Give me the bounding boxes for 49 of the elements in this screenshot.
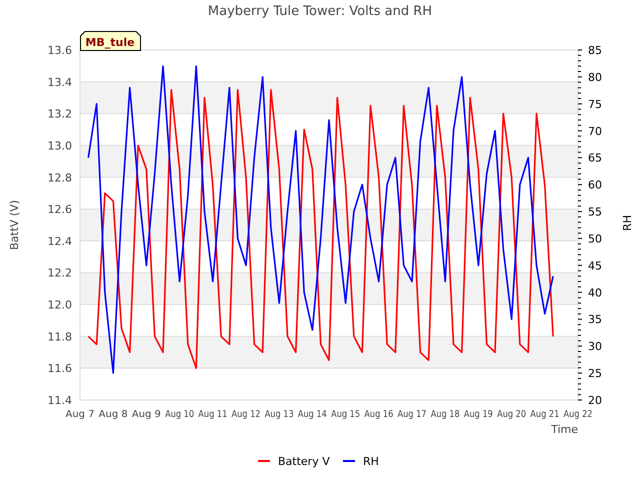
legend-label: Battery V	[278, 455, 330, 468]
y2-tick-label: 65	[588, 152, 602, 165]
x-tick-label: Aug 19	[464, 409, 498, 420]
y-tick-label: 11.4	[48, 394, 72, 407]
y-tick-label: 12.4	[48, 234, 72, 248]
y2-tick-label: 55	[588, 206, 602, 219]
x-tick-label: Aug 18	[430, 409, 464, 420]
y-tick-label: 13.6	[48, 44, 72, 57]
x-tick-label: Aug 7	[66, 409, 94, 420]
y-tick-label: 11.8	[48, 330, 72, 344]
x-tick-label: Aug 22	[564, 409, 598, 420]
x-tick-label: Aug 10	[165, 409, 199, 420]
x-axis-label: Time	[551, 423, 578, 436]
y2-tick-label: 30	[588, 340, 602, 354]
y2-tick-label: 25	[588, 367, 602, 380]
x-tick-label: Aug 14	[298, 409, 332, 420]
y2-tick-label: 80	[588, 70, 602, 84]
y-tick-label: 12.2	[48, 266, 72, 280]
y-tick-label: 13.0	[48, 139, 72, 152]
y-tick-label: 12.6	[48, 203, 72, 216]
y2-tick-label: 60	[588, 178, 602, 192]
x-tick-label: Aug 20	[497, 409, 531, 420]
y-tick-label: 13.2	[48, 108, 72, 121]
y-tick-label: 12.0	[48, 298, 72, 312]
y-tick-label: 13.4	[48, 76, 72, 89]
legend-label: RH	[363, 455, 379, 468]
x-tick-label: Aug 21	[530, 409, 564, 420]
x-tick-label: Aug 12	[232, 409, 266, 420]
x-tick-label: Aug 11	[198, 409, 232, 420]
y2-tick-label: 20	[588, 394, 602, 407]
x-tick-label: Aug 13	[264, 409, 298, 420]
x-tick-label: Aug 16	[364, 409, 398, 420]
y2-tick-label: 40	[588, 286, 602, 300]
y2-tick-label: 35	[588, 313, 602, 326]
x-tick-label: Aug 8	[98, 409, 126, 420]
y2-axis-label: RH	[621, 215, 634, 231]
y2-tick-label: 75	[588, 98, 602, 111]
x-tick-label: Aug 9	[132, 409, 160, 420]
y2-tick-label: 85	[588, 44, 602, 57]
station-tag: MB_tule	[80, 31, 141, 51]
y2-tick-label: 50	[588, 232, 602, 246]
x-tick-label: Aug 15	[331, 409, 365, 420]
y2-tick-label: 70	[588, 124, 602, 138]
y2-tick-label: 45	[588, 259, 602, 272]
chart-title: Mayberry Tule Tower: Volts and RH	[208, 4, 432, 19]
y-tick-label: 12.8	[48, 171, 72, 184]
y-tick-label: 11.6	[48, 362, 72, 376]
x-tick-label: Aug 17	[398, 409, 432, 420]
y-axis-label: BattV (V)	[8, 200, 21, 250]
